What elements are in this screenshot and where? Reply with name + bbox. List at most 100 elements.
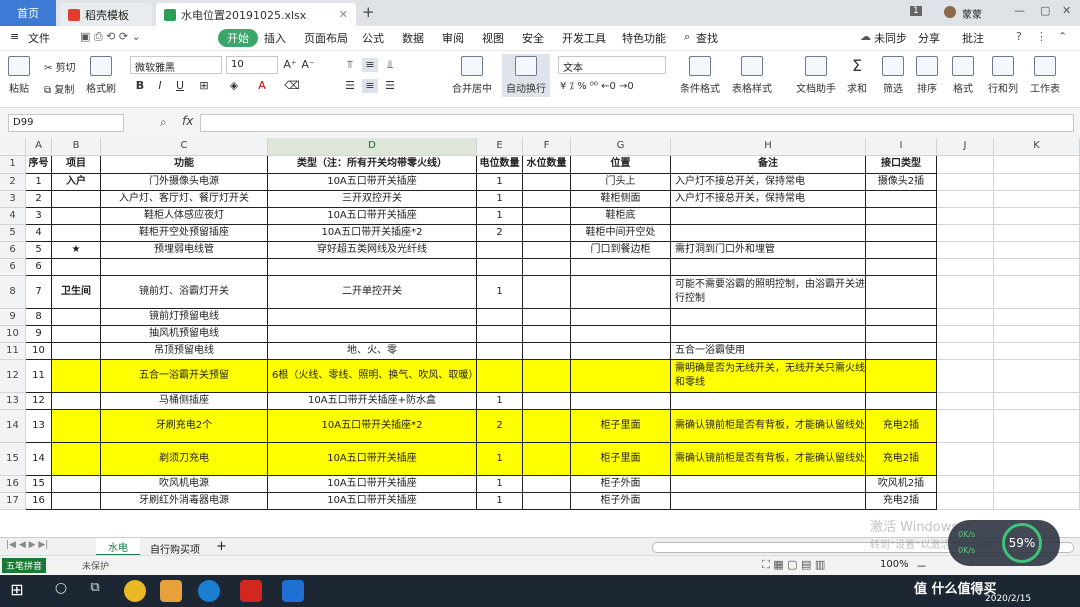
- grid-cell[interactable]: 10A五口带开关插座+防水盒: [268, 393, 477, 410]
- column-header-C[interactable]: C: [101, 138, 268, 156]
- grid-cell[interactable]: [937, 156, 994, 174]
- menu-page-layout[interactable]: 页面布局: [304, 30, 348, 46]
- grid-cell[interactable]: [937, 443, 994, 476]
- grid-cell[interactable]: 2: [477, 410, 523, 443]
- grid-cell[interactable]: 镜前灯预留电线: [101, 309, 268, 326]
- font-family-select[interactable]: 微软雅黑: [130, 56, 222, 74]
- grid-cell[interactable]: 1: [477, 208, 523, 225]
- grid-cell[interactable]: [994, 156, 1080, 174]
- user-name[interactable]: 蒙蒙: [962, 6, 982, 21]
- row-header[interactable]: 9: [0, 309, 26, 326]
- row-col-button[interactable]: 行和列: [988, 56, 1018, 95]
- align-left-icon[interactable]: ☰: [342, 79, 358, 93]
- grid-cell[interactable]: [866, 309, 937, 326]
- merge-center-button[interactable]: 合并居中: [452, 56, 492, 95]
- grid-cell[interactable]: [571, 309, 671, 326]
- formula-input[interactable]: [200, 114, 1074, 132]
- grid-cell[interactable]: [268, 326, 477, 343]
- grid-cell[interactable]: [994, 225, 1080, 242]
- grid-cell[interactable]: 充电2插: [866, 410, 937, 443]
- grid-cell[interactable]: [994, 493, 1080, 510]
- grid-cell[interactable]: 序号: [26, 156, 52, 174]
- grid-cell[interactable]: [571, 393, 671, 410]
- italic-button[interactable]: I: [152, 79, 168, 93]
- menu-review[interactable]: 审阅: [442, 30, 464, 46]
- grid-cell[interactable]: 牙刷充电2个: [101, 410, 268, 443]
- grid-cell[interactable]: [52, 326, 101, 343]
- grid-cell[interactable]: [671, 393, 866, 410]
- border-icon[interactable]: ⊞: [196, 79, 212, 93]
- clear-icon[interactable]: ⌫: [284, 79, 300, 93]
- grid-cell[interactable]: 抽风机预留电线: [101, 326, 268, 343]
- sheet-tab-active[interactable]: 水电: [96, 538, 140, 556]
- grid-cell[interactable]: 7: [26, 276, 52, 309]
- grid-cell[interactable]: 类型（注：所有开关均带零火线）: [268, 156, 477, 174]
- grid-cell[interactable]: [571, 360, 671, 393]
- grid-cell[interactable]: 1: [477, 476, 523, 493]
- grid-cell[interactable]: [523, 443, 571, 476]
- grid-cell[interactable]: 1: [26, 174, 52, 191]
- grid-cell[interactable]: 鞋柜侧面: [571, 191, 671, 208]
- grid-cell[interactable]: [994, 309, 1080, 326]
- grid-cell[interactable]: [866, 393, 937, 410]
- grid-cell[interactable]: 牙刷红外消毒器电源: [101, 493, 268, 510]
- grid-cell[interactable]: [52, 476, 101, 493]
- grid-cell[interactable]: [477, 309, 523, 326]
- grid-cell[interactable]: 柜子外面: [571, 493, 671, 510]
- menu-insert[interactable]: 插入: [264, 30, 286, 46]
- grid-cell[interactable]: 门外摄像头电源: [101, 174, 268, 191]
- grid-cell[interactable]: [937, 174, 994, 191]
- row-header[interactable]: 15: [0, 443, 26, 476]
- search-icon[interactable]: ⌕: [684, 30, 690, 44]
- grid-cell[interactable]: 1: [477, 493, 523, 510]
- row-header[interactable]: 6: [0, 259, 26, 276]
- grid-cell[interactable]: [937, 476, 994, 493]
- grid-cell[interactable]: 穿好超五类网线及光纤线: [268, 242, 477, 259]
- row-header[interactable]: 17: [0, 493, 26, 510]
- column-header-B[interactable]: B: [52, 138, 101, 156]
- grid-cell[interactable]: 10A五口带开关插座: [268, 443, 477, 476]
- grid-cell[interactable]: 柜子外面: [571, 476, 671, 493]
- new-tab-button[interactable]: +: [362, 3, 375, 21]
- grid-cell[interactable]: [523, 242, 571, 259]
- grid-cell[interactable]: [523, 276, 571, 309]
- grid-cell[interactable]: 14: [26, 443, 52, 476]
- menu-special[interactable]: 特色功能: [622, 30, 666, 46]
- grid-cell[interactable]: [52, 309, 101, 326]
- grid-cell[interactable]: 充电2插: [866, 443, 937, 476]
- bold-button[interactable]: B: [132, 79, 148, 93]
- grid-cell[interactable]: [994, 242, 1080, 259]
- worksheet-button[interactable]: 工作表: [1030, 56, 1060, 95]
- grid-cell[interactable]: 入户灯、客厅灯、餐厅灯开关: [101, 191, 268, 208]
- grid-cell[interactable]: [477, 343, 523, 360]
- conditional-format-button[interactable]: 条件格式: [680, 56, 720, 95]
- row-header[interactable]: 16: [0, 476, 26, 493]
- grid-cell[interactable]: [866, 191, 937, 208]
- row-header[interactable]: 8: [0, 276, 26, 309]
- grid-cell[interactable]: [523, 225, 571, 242]
- grid-cell[interactable]: 可能不需要浴霸的照明控制，由浴霸开关进行控制: [671, 276, 866, 309]
- row-header[interactable]: 3: [0, 191, 26, 208]
- page-count-badge[interactable]: 1: [910, 6, 922, 16]
- grid-cell[interactable]: [937, 225, 994, 242]
- grid-cell[interactable]: [477, 259, 523, 276]
- grid-cell[interactable]: [523, 343, 571, 360]
- grid-cell[interactable]: [523, 360, 571, 393]
- grid-cell[interactable]: [671, 259, 866, 276]
- row-header[interactable]: 13: [0, 393, 26, 410]
- grid-cell[interactable]: 10A五口带开关插座*2: [268, 410, 477, 443]
- row-header[interactable]: 2: [0, 174, 26, 191]
- grid-cell[interactable]: [477, 242, 523, 259]
- grid-cell[interactable]: [994, 174, 1080, 191]
- grid-cell[interactable]: 10A五口带开关插座: [268, 174, 477, 191]
- grid-cell[interactable]: [671, 208, 866, 225]
- increase-font-icon[interactable]: A⁺: [282, 58, 298, 72]
- align-top-icon[interactable]: ⫪: [342, 58, 358, 72]
- close-window-icon[interactable]: ✕: [1062, 4, 1071, 17]
- sheet-nav-icons[interactable]: |◀ ◀ ▶ ▶|: [6, 540, 48, 550]
- column-header-F[interactable]: F: [523, 138, 571, 156]
- grid-cell[interactable]: [937, 191, 994, 208]
- grid-cell[interactable]: 4: [26, 225, 52, 242]
- align-center-icon[interactable]: ≡: [362, 79, 378, 93]
- grid-cell[interactable]: [866, 259, 937, 276]
